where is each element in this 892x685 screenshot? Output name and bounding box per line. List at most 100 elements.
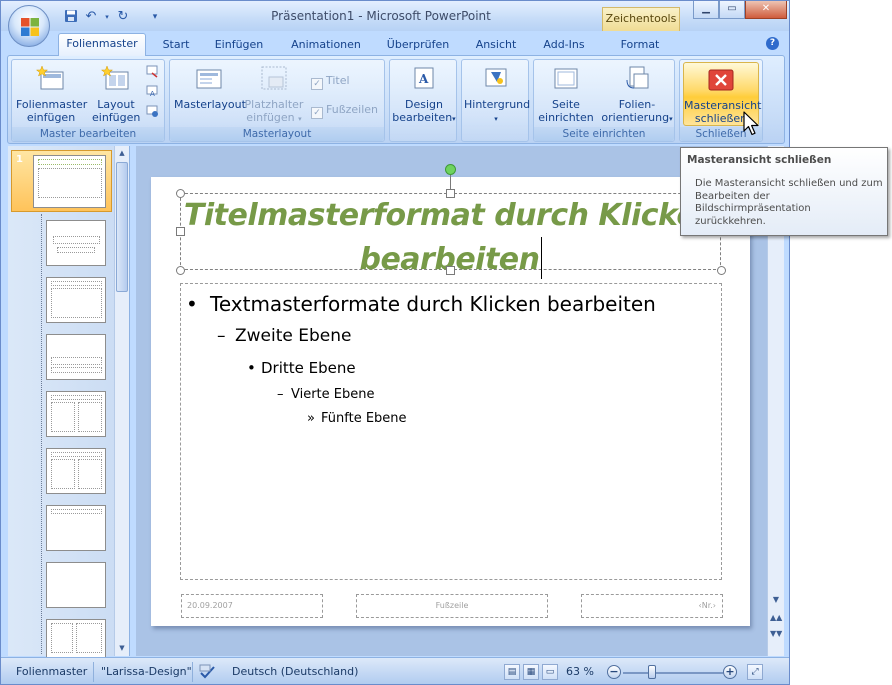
title-checkbox[interactable]: ✓ Titel: [311, 74, 350, 90]
orientation-icon: [626, 66, 649, 89]
status-language[interactable]: Deutsch (Deutschland): [225, 663, 365, 682]
tab-ueberpruefen[interactable]: Überprüfen: [380, 37, 456, 55]
fit-to-window-icon[interactable]: ⤢: [747, 664, 763, 680]
resize-handle-t[interactable]: [446, 189, 455, 198]
office-logo-icon: [21, 18, 39, 36]
scroll-up-icon[interactable]: ▲: [116, 147, 128, 159]
thumbnail-master[interactable]: [33, 155, 106, 208]
zoom-level[interactable]: 63 %: [559, 663, 601, 682]
resize-handle-bl[interactable]: [176, 266, 185, 275]
insert-layout-button[interactable]: Layout einfügen: [92, 62, 140, 124]
minimize-button[interactable]: ▁: [693, 1, 719, 19]
zoom-slider-knob[interactable]: [648, 665, 656, 679]
design-icon: A: [414, 67, 434, 89]
ribbon: Folienmaster einfügen Layout einfügen A …: [7, 55, 785, 144]
normal-view-icon[interactable]: ▤: [504, 664, 520, 680]
page-setup-label-1: Seite: [552, 98, 580, 111]
title-placeholder[interactable]: Titelmasterformat durch Klicken bearbeit…: [180, 193, 721, 279]
footer-checkbox-label: Fußzeilen: [326, 103, 379, 116]
thumbnail-scroll-thumb[interactable]: [116, 162, 128, 292]
footer-checkbox[interactable]: ✓ Fußzeilen: [311, 103, 378, 119]
thumbnail-layout-2[interactable]: [46, 277, 106, 323]
tab-format[interactable]: Format: [613, 37, 667, 55]
next-slide-icon[interactable]: ▼▼: [770, 628, 782, 640]
office-button[interactable]: [8, 5, 50, 47]
level-4-label: Vierte Ebene: [291, 387, 375, 402]
slideshow-icon[interactable]: ▭: [542, 664, 558, 680]
thumbnail-layout-6[interactable]: [46, 505, 106, 551]
tab-einfuegen[interactable]: Einfügen: [207, 37, 271, 55]
slide-sorter-icon[interactable]: ▦: [523, 664, 539, 680]
thumbnail-layout-1[interactable]: [46, 220, 106, 266]
resize-handle-b[interactable]: [446, 266, 455, 275]
tab-start[interactable]: Start: [154, 37, 198, 55]
bullet-l2: –: [217, 326, 226, 346]
thumbnail-layout-4[interactable]: [46, 391, 106, 437]
resize-handle-br[interactable]: [717, 266, 726, 275]
masterlayout-label: Masterlayout: [174, 98, 246, 111]
spellcheck-icon[interactable]: [199, 664, 217, 680]
scroll-down-icon[interactable]: ▼: [770, 594, 782, 606]
background-label: Hintergrund: [464, 98, 531, 111]
resize-handle-tl[interactable]: [176, 189, 185, 198]
help-icon[interactable]: ?: [766, 37, 779, 50]
level-1-text: • Textmasterformate durch Klicken bearbei…: [186, 292, 656, 316]
group-master-bearbeiten: Folienmaster einfügen Layout einfügen A …: [11, 59, 165, 142]
status-separator: [192, 662, 193, 682]
tooltip-close-master-view: Masteransicht schließen Die Masteransich…: [680, 147, 888, 236]
close-master-label-2: schließen: [694, 112, 748, 125]
tab-folienmaster[interactable]: Folienmaster: [58, 33, 146, 56]
close-window-button[interactable]: ✕: [745, 1, 787, 19]
group-label-page-setup: Seite einrichten: [534, 127, 674, 141]
rotation-handle[interactable]: [445, 164, 456, 175]
resize-handle-l[interactable]: [176, 227, 185, 236]
insert-placeholder-button[interactable]: Platzhalter einfügen ▾: [244, 62, 304, 126]
insert-layout-label-1: Layout: [97, 98, 135, 111]
delete-slide-icon[interactable]: [144, 64, 160, 80]
thumbnail-layout-7[interactable]: [46, 562, 106, 608]
title-checkbox-label: Titel: [326, 74, 350, 87]
rotation-stem: [450, 175, 451, 189]
tab-animationen[interactable]: Animationen: [284, 37, 368, 55]
zoom-out-icon[interactable]: −: [607, 665, 621, 679]
maximize-button[interactable]: ▭: [719, 1, 745, 19]
tooltip-description: Die Masteransicht schließen und zum Bear…: [695, 178, 883, 227]
thumbnail-layout-5[interactable]: [46, 448, 106, 494]
zoom-in-icon[interactable]: +: [723, 665, 737, 679]
tab-addins[interactable]: Add-Ins: [535, 37, 593, 55]
masterlayout-icon: [196, 69, 222, 89]
status-bar: Folienmaster "Larissa-Design" Deutsch (D…: [1, 657, 789, 684]
edit-design-button[interactable]: A Design bearbeiten▾: [392, 62, 456, 126]
title-bar: ↶ ▾ ↻ ▾ Präsentation1 - Microsoft PowerP…: [1, 1, 789, 31]
footer-number-placeholder[interactable]: ‹Nr.›: [581, 594, 723, 618]
level-5-text: » Fünfte Ebene: [307, 411, 407, 426]
zoom-slider-track[interactable]: [623, 672, 723, 674]
body-placeholder[interactable]: • Textmasterformate durch Klicken bearbei…: [180, 283, 722, 580]
previous-slide-icon[interactable]: ▲▲: [770, 612, 782, 624]
masterlayout-button[interactable]: Masterlayout: [174, 62, 246, 111]
page-setup-button[interactable]: Seite einrichten: [536, 62, 596, 124]
slide-canvas[interactable]: Titelmasterformat durch Klicken bearbeit…: [151, 164, 750, 626]
level-4-text: – Vierte Ebene: [277, 387, 375, 402]
thumbnail-scrollbar[interactable]: ▲ ▼: [114, 146, 129, 656]
preserve-icon[interactable]: [144, 104, 160, 120]
thumbnail-number: 1: [16, 154, 23, 165]
background-button[interactable]: Hintergrund ▾: [464, 62, 531, 126]
powerpoint-window: ↶ ▾ ↻ ▾ Präsentation1 - Microsoft PowerP…: [0, 0, 790, 685]
rename-icon[interactable]: A: [144, 84, 160, 100]
bullet-l3: •: [247, 359, 256, 377]
group-background: Hintergrund ▾: [461, 59, 531, 142]
status-view-mode: Folienmaster: [16, 665, 88, 678]
footer-date-placeholder[interactable]: 20.09.2007: [181, 594, 323, 618]
scroll-down-icon[interactable]: ▼: [116, 642, 128, 654]
footer-text-placeholder[interactable]: Fußzeile: [356, 594, 548, 618]
slide-orientation-button[interactable]: Folien- orientierung▾: [600, 62, 674, 126]
orientation-label-2: orientierung: [601, 111, 670, 124]
svg-text:A: A: [150, 90, 155, 98]
tab-ansicht[interactable]: Ansicht: [467, 37, 525, 55]
thumbnail-layout-3[interactable]: [46, 334, 106, 380]
insert-master-button[interactable]: Folienmaster einfügen: [16, 62, 88, 124]
thumbnail-layout-8[interactable]: [46, 619, 106, 659]
insert-master-label-1: Folienmaster: [16, 98, 88, 111]
level-3-label: Dritte Ebene: [261, 359, 356, 377]
